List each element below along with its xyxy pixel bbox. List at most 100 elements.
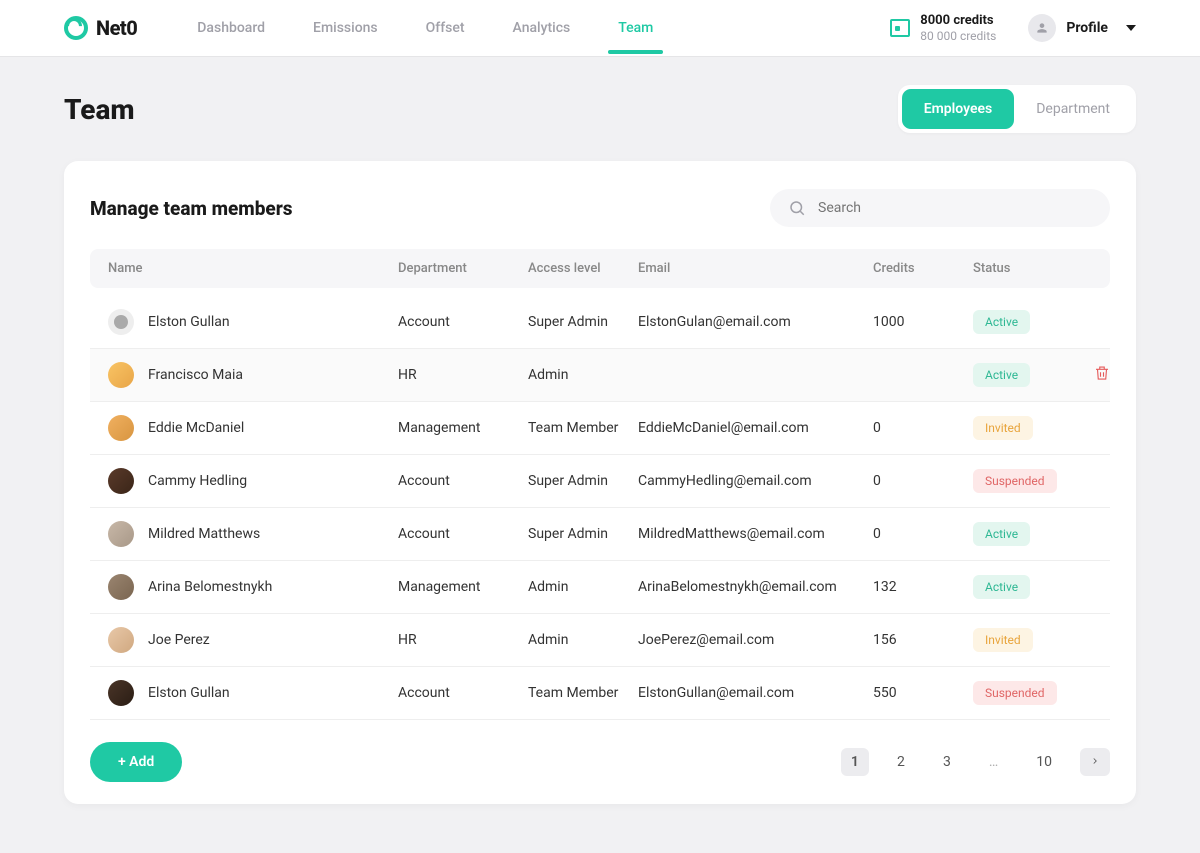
pagination-next[interactable] (1080, 748, 1110, 776)
cell-email: ElstonGullan@email.com (638, 685, 873, 701)
name-cell: Elston Gullan (108, 680, 398, 706)
cell-email: JoePerez@email.com (638, 632, 873, 648)
add-button[interactable]: + Add (90, 742, 182, 782)
cell-access: Super Admin (528, 314, 638, 330)
col-department: Department (398, 261, 528, 276)
pagination-page[interactable]: 3 (933, 748, 961, 776)
col-name: Name (108, 261, 398, 276)
name-cell: Mildred Matthews (108, 521, 398, 547)
cell-status: Invited (973, 416, 1093, 440)
chevron-down-icon (1126, 25, 1136, 31)
table-row[interactable]: Elston GullanAccountTeam MemberElstonGul… (90, 667, 1110, 720)
delete-icon[interactable] (1093, 371, 1111, 387)
card-header: Manage team members (64, 161, 1136, 249)
table-header: Name Department Access level Email Credi… (90, 249, 1110, 288)
cell-access: Team Member (528, 420, 638, 436)
cell-credits: 1000 (873, 314, 973, 330)
member-name: Francisco Maia (148, 367, 243, 383)
nav-emissions[interactable]: Emissions (313, 2, 378, 54)
credits-display[interactable]: 8000 credits 80 000 credits (890, 13, 996, 43)
tab-employees[interactable]: Employees (902, 89, 1015, 129)
cell-credits: 550 (873, 685, 973, 701)
cell-status: Suspended (973, 681, 1093, 705)
cell-access: Admin (528, 579, 638, 595)
brand[interactable]: Net0 (64, 16, 137, 40)
credits-secondary: 80 000 credits (920, 29, 996, 43)
cell-department: HR (398, 367, 528, 383)
cell-department: Management (398, 579, 528, 595)
status-badge: Suspended (973, 469, 1057, 493)
name-cell: Eddie McDaniel (108, 415, 398, 441)
name-cell: Joe Perez (108, 627, 398, 653)
table-row[interactable]: Joe PerezHRAdminJoePerez@email.com156Inv… (90, 614, 1110, 667)
cell-access: Super Admin (528, 473, 638, 489)
page-content: Team Employees Department Manage team me… (0, 57, 1200, 832)
search-input[interactable] (818, 200, 1092, 216)
status-badge: Invited (973, 628, 1033, 652)
table-row[interactable]: Cammy HedlingAccountSuper AdminCammyHedl… (90, 455, 1110, 508)
name-cell: Elston Gullan (108, 309, 398, 335)
col-email: Email (638, 261, 873, 276)
nav-analytics[interactable]: Analytics (513, 2, 571, 54)
status-badge: Active (973, 310, 1030, 334)
col-status: Status (973, 261, 1093, 276)
card-footer: + Add 123…10 (64, 720, 1136, 782)
name-cell: Francisco Maia (108, 362, 398, 388)
cell-access: Admin (528, 367, 638, 383)
table-row[interactable]: Arina BelomestnykhManagementAdminArinaBe… (90, 561, 1110, 614)
brand-name: Net0 (96, 16, 137, 40)
avatar (108, 468, 134, 494)
avatar (108, 521, 134, 547)
tab-department[interactable]: Department (1014, 89, 1132, 129)
member-name: Elston Gullan (148, 685, 230, 701)
avatar (108, 362, 134, 388)
avatar (108, 415, 134, 441)
member-name: Elston Gullan (148, 314, 230, 330)
cell-status: Suspended (973, 469, 1093, 493)
pagination: 123…10 (841, 748, 1110, 776)
credits-icon (890, 19, 910, 37)
cell-access: Super Admin (528, 526, 638, 542)
search-box[interactable] (770, 189, 1110, 227)
name-cell: Arina Belomestnykh (108, 574, 398, 600)
members-table: Name Department Access level Email Credi… (64, 249, 1136, 720)
table-body: Elston GullanAccountSuper AdminElstonGul… (90, 296, 1110, 720)
status-badge: Suspended (973, 681, 1057, 705)
cell-email: ElstonGulan@email.com (638, 314, 873, 330)
nav-dashboard[interactable]: Dashboard (197, 2, 265, 54)
nav-offset[interactable]: Offset (426, 2, 465, 54)
cell-credits: 0 (873, 526, 973, 542)
cell-actions (1093, 363, 1123, 387)
profile-label: Profile (1066, 20, 1108, 36)
avatar (108, 574, 134, 600)
avatar-icon (1028, 14, 1056, 42)
status-badge: Invited (973, 416, 1033, 440)
nav-team[interactable]: Team (618, 2, 653, 54)
pagination-page[interactable]: 2 (887, 748, 915, 776)
profile-menu[interactable]: Profile (1028, 14, 1136, 42)
cell-department: Account (398, 473, 528, 489)
table-row[interactable]: Eddie McDanielManagementTeam MemberEddie… (90, 402, 1110, 455)
table-row[interactable]: Francisco MaiaHRAdminActive (90, 349, 1110, 402)
cell-credits: 132 (873, 579, 973, 595)
cell-access: Team Member (528, 685, 638, 701)
cell-department: Management (398, 420, 528, 436)
cell-email: ArinaBelomestnykh@email.com (638, 579, 873, 595)
pagination-page[interactable]: 10 (1026, 748, 1062, 776)
table-row[interactable]: Mildred MatthewsAccountSuper AdminMildre… (90, 508, 1110, 561)
cell-email: CammyHedling@email.com (638, 473, 873, 489)
page-title: Team (64, 93, 135, 126)
table-row[interactable]: Elston Gullan AccountSuper AdminElstonGul… (90, 296, 1110, 349)
credits-primary: 8000 credits (920, 13, 996, 29)
cell-email: MildredMatthews@email.com (638, 526, 873, 542)
avatar (108, 309, 134, 335)
credits-text: 8000 credits 80 000 credits (920, 13, 996, 43)
pagination-page[interactable]: 1 (841, 748, 869, 776)
cell-credits: 0 (873, 420, 973, 436)
member-name: Joe Perez (148, 632, 210, 648)
cell-access: Admin (528, 632, 638, 648)
cell-department: Account (398, 314, 528, 330)
cell-credits: 156 (873, 632, 973, 648)
avatar (108, 680, 134, 706)
page-header: Team Employees Department (64, 85, 1136, 133)
